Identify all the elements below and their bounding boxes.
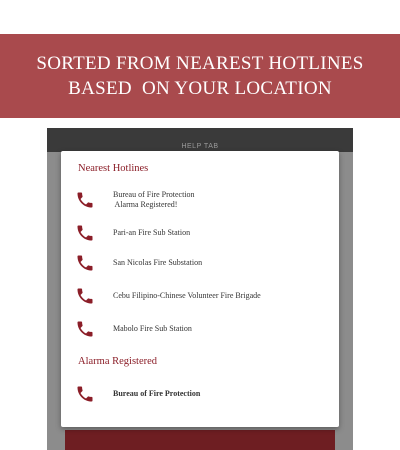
hotline-label: Mabolo Fire Sub Station [113, 324, 192, 333]
hotline-label: San Nicolas Fire Substation [113, 258, 203, 267]
phone-icon [75, 286, 95, 306]
alarma-registered-header: Alarma Registered [78, 356, 158, 367]
app-top-bar: HELP TAB [47, 128, 353, 152]
registered-item-bureau-of-fire-protection[interactable]: Bureau of Fire Protection [61, 379, 339, 409]
hotline-label: Bureau of Fire Protection Alarma Registe… [113, 190, 195, 209]
phone-icon [75, 223, 95, 243]
hotline-item-mabolo[interactable]: Mabolo Fire Sub Station [61, 314, 339, 344]
hotlines-dialog: Nearest Hotlines Bureau of Fire Protecti… [61, 151, 339, 427]
hotline-label: Cebu Filipino-Chinese Volunteer Fire Bri… [113, 291, 261, 300]
app-bottom-bar [65, 430, 335, 450]
hotline-label: Bureau of Fire Protection [113, 389, 201, 398]
hotline-item-san-nicolas[interactable]: San Nicolas Fire Substation [61, 248, 339, 278]
hotline-item-bureau-of-fire-protection[interactable]: Bureau of Fire Protection Alarma Registe… [61, 185, 339, 215]
nearest-hotlines-header: Nearest Hotlines [78, 163, 149, 174]
hotline-item-cebu-filipino-chinese[interactable]: Cebu Filipino-Chinese Volunteer Fire Bri… [61, 281, 339, 311]
banner-line-1: SORTED FROM NEAREST HOTLINES [36, 53, 364, 74]
banner-line-2: BASED ON YOUR LOCATION [68, 78, 332, 99]
hotline-item-pari-an[interactable]: Pari-an Fire Sub Station [61, 218, 339, 248]
phone-icon [75, 319, 95, 339]
phone-icon [75, 384, 95, 404]
phone-icon [75, 253, 95, 273]
promo-banner: SORTED FROM NEAREST HOTLINES BASED ON YO… [0, 34, 400, 118]
phone-icon [75, 190, 95, 210]
hotline-label: Pari-an Fire Sub Station [113, 228, 191, 237]
